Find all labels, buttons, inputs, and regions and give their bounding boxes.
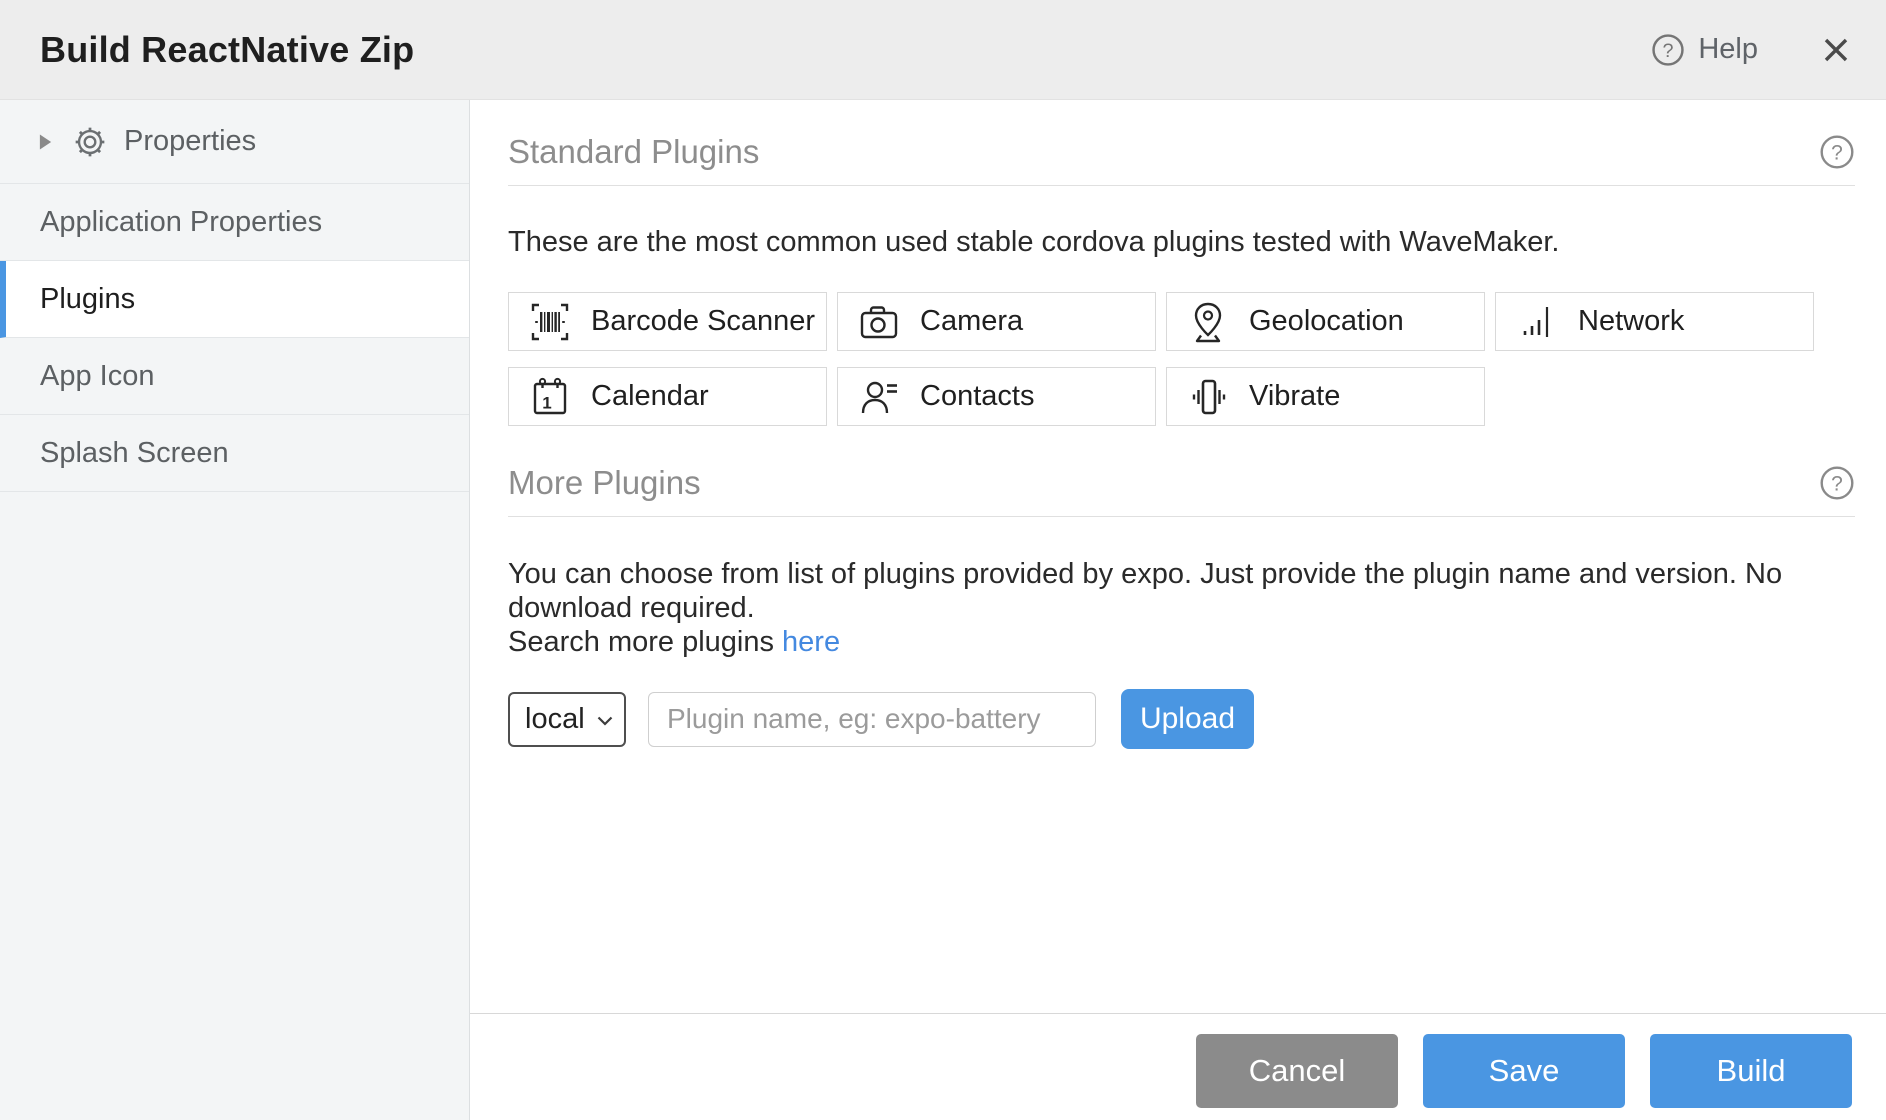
save-button[interactable]: Save xyxy=(1423,1034,1625,1108)
plugin-label: Calendar xyxy=(591,380,709,413)
camera-icon xyxy=(857,300,901,344)
dialog-header: Build ReactNative Zip ? Help xyxy=(0,0,1886,100)
sidebar-item-app-icon[interactable]: App Icon xyxy=(0,338,469,415)
sidebar-properties-label: Properties xyxy=(124,125,256,158)
help-label: Help xyxy=(1698,33,1758,66)
plugin-card-camera[interactable]: Camera xyxy=(837,292,1156,351)
plugin-card-network[interactable]: Network xyxy=(1495,292,1814,351)
search-plugins-here-link[interactable]: here xyxy=(782,626,840,658)
standard-plugins-description: These are the most common used stable co… xyxy=(508,226,1855,259)
dialog-footer: Cancel Save Build xyxy=(470,1013,1886,1120)
cancel-button[interactable]: Cancel xyxy=(1196,1034,1398,1108)
sidebar-properties-toggle[interactable]: Properties xyxy=(0,100,469,184)
build-button[interactable]: Build xyxy=(1650,1034,1852,1108)
plugin-card-calendar[interactable]: 1 Calendar xyxy=(508,367,827,426)
sidebar: Properties Application Properties Plugin… xyxy=(0,100,470,1120)
plugin-card-contacts[interactable]: Contacts xyxy=(837,367,1156,426)
main-panel: Standard Plugins ? These are the most co… xyxy=(470,100,1886,1120)
svg-text:1: 1 xyxy=(542,393,551,412)
plugin-label: Barcode Scanner xyxy=(591,305,815,338)
more-plugins-description-line1: You can choose from list of plugins prov… xyxy=(508,557,1855,625)
plugin-label: Vibrate xyxy=(1249,380,1340,413)
svg-text:?: ? xyxy=(1831,142,1843,165)
calendar-icon: 1 xyxy=(528,375,572,419)
help-button[interactable]: ? Help xyxy=(1651,33,1758,67)
plugin-label: Geolocation xyxy=(1249,305,1404,338)
standard-plugins-title: Standard Plugins xyxy=(508,133,759,171)
plugin-label: Camera xyxy=(920,305,1023,338)
vibrate-icon xyxy=(1186,375,1230,419)
build-reactnative-zip-dialog: Build ReactNative Zip ? Help xyxy=(0,0,1886,1120)
plugin-card-geolocation[interactable]: Geolocation xyxy=(1166,292,1485,351)
more-plugins-description: You can choose from list of plugins prov… xyxy=(508,557,1855,659)
sidebar-item-plugins[interactable]: Plugins xyxy=(0,261,469,338)
gear-icon xyxy=(73,125,107,159)
upload-button[interactable]: Upload xyxy=(1121,689,1254,749)
contacts-icon xyxy=(857,375,901,419)
svg-text:?: ? xyxy=(1831,473,1843,496)
help-circle-icon: ? xyxy=(1651,33,1685,67)
more-plugins-divider xyxy=(508,516,1855,517)
upload-plugin-row: local Upload xyxy=(508,689,1855,749)
sidebar-item-splash-screen[interactable]: Splash Screen xyxy=(0,415,469,492)
geolocation-icon xyxy=(1186,300,1230,344)
sidebar-item-application-properties[interactable]: Application Properties xyxy=(0,184,469,261)
close-icon xyxy=(1820,34,1852,66)
plugin-source-select[interactable]: local xyxy=(508,692,626,747)
plugin-name-input[interactable] xyxy=(648,692,1096,747)
barcode-icon xyxy=(528,300,572,344)
close-button[interactable] xyxy=(1820,34,1852,66)
network-icon xyxy=(1515,300,1559,344)
caret-right-icon xyxy=(38,132,53,152)
standard-plugins-divider xyxy=(508,185,1855,186)
standard-plugins-help-icon[interactable]: ? xyxy=(1819,134,1855,170)
plugin-card-vibrate[interactable]: Vibrate xyxy=(1166,367,1485,426)
plugin-label: Network xyxy=(1578,305,1684,338)
more-plugins-title: More Plugins xyxy=(508,464,701,502)
more-plugins-help-icon[interactable]: ? xyxy=(1819,465,1855,501)
standard-plugins-grid: Barcode Scanner Camera xyxy=(508,292,1816,426)
plugin-label: Contacts xyxy=(920,380,1034,413)
page-title: Build ReactNative Zip xyxy=(40,29,414,71)
more-plugins-description-line2: Search more plugins xyxy=(508,626,782,658)
plugin-card-barcode-scanner[interactable]: Barcode Scanner xyxy=(508,292,827,351)
svg-text:?: ? xyxy=(1663,40,1674,62)
